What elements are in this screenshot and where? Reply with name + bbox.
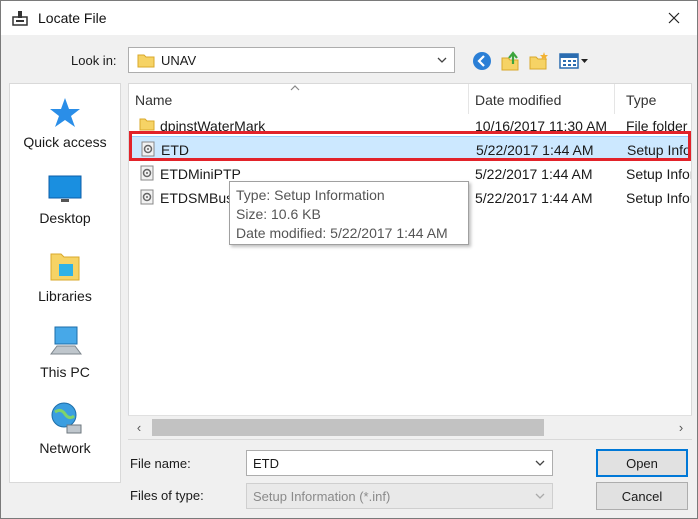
tooltip-date: Date modified: 5/22/2017 1:44 AM [236,225,448,241]
file-name: ETDSMBus [160,190,234,206]
file-row[interactable]: dpinstWaterMark 10/16/2017 11:30 AM File… [129,113,691,137]
setup-file-icon [140,189,154,205]
scroll-left-icon[interactable]: ‹ [130,419,148,437]
files-of-type-label: Files of type: [130,488,204,503]
folder-icon [139,118,155,131]
column-header-date[interactable]: Date modified [475,84,615,114]
cancel-button[interactable]: Cancel [596,482,688,510]
place-label: Desktop [39,210,91,226]
column-header-type[interactable]: Type [626,84,691,114]
locate-file-dialog: Locate File Look in: UNAV Quick access D… [0,0,698,519]
place-label: This PC [40,364,90,380]
setup-file-icon [141,141,155,157]
file-date: 5/22/2017 1:44 AM [475,190,593,206]
tooltip-type: Type: Setup Information [236,187,385,203]
scroll-right-icon[interactable]: › [672,419,690,437]
column-header-name[interactable]: Name [135,84,469,114]
file-name: dpinstWaterMark [160,118,266,134]
file-type: Setup Information [627,142,691,158]
chevron-down-icon[interactable] [534,457,546,469]
tooltip-size: Size: 10.6 KB [236,206,321,222]
look-in-value: UNAV [161,53,197,68]
up-folder-icon[interactable] [499,50,521,72]
place-label: Libraries [38,288,92,304]
file-date: 5/22/2017 1:44 AM [476,142,594,158]
libraries-icon [50,253,80,281]
back-icon[interactable] [471,50,493,72]
files-of-type-select[interactable]: Setup Information (*.inf) [246,483,553,509]
open-button[interactable]: Open [596,449,688,477]
file-name-label: File name: [130,456,191,471]
place-desktop[interactable]: Desktop [10,172,120,244]
scrollbar-thumb[interactable] [152,419,544,436]
place-label: Network [39,440,91,456]
file-name: ETD [161,142,189,158]
file-type: File folder [626,118,688,134]
horizontal-scrollbar[interactable]: ‹ › [128,415,692,439]
place-libraries[interactable]: Libraries [10,248,120,320]
app-icon [12,11,28,26]
setup-file-icon [140,165,154,181]
view-menu-icon[interactable] [558,50,590,72]
star-icon [50,98,80,127]
look-in-label: Look in: [71,53,117,68]
chevron-down-icon[interactable] [436,54,448,66]
files-of-type-value: Setup Information (*.inf) [253,489,391,504]
file-tooltip: Type: Setup Information Size: 10.6 KB Da… [229,181,469,245]
places-bar: Quick access Desktop Libraries This PC N… [9,83,121,483]
title-bar: Locate File [1,1,697,35]
file-type: Setup Information [626,190,692,206]
place-quick-access[interactable]: Quick access [10,96,120,168]
look-in-combo[interactable]: UNAV [128,47,455,73]
close-icon [668,12,680,24]
place-this-pc[interactable]: This PC [10,324,120,396]
place-label: Quick access [23,134,107,150]
file-date: 10/16/2017 11:30 AM [475,118,608,134]
desktop-icon [48,175,82,202]
file-name-field[interactable]: ETD [246,450,553,476]
file-row-selected[interactable]: ETD 5/22/2017 1:44 AM Setup Information [129,136,691,160]
new-folder-icon[interactable] [528,50,550,72]
file-date: 5/22/2017 1:44 AM [475,166,593,182]
place-network[interactable]: Network [10,400,120,472]
file-name-value: ETD [253,456,279,471]
file-list: Name Date modified Type dpinstWaterMark … [128,83,692,440]
folder-icon [137,54,155,68]
toolbar: Look in: UNAV [1,35,697,83]
close-button[interactable] [651,1,697,35]
chevron-down-icon [535,493,545,499]
file-type: Setup Information [626,166,692,182]
window-title: Locate File [38,10,107,26]
network-icon [51,402,82,434]
computer-icon [50,326,82,355]
file-name: ETDMiniPTP [160,166,241,182]
